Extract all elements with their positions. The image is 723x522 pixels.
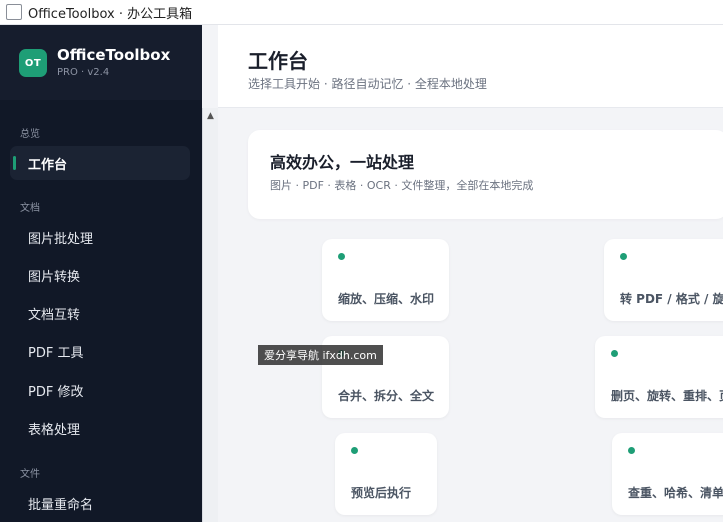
sidebar-item-pdf-tools[interactable]: PDF 工具 xyxy=(10,334,190,368)
tool-card-pdf-edit[interactable]: 删页、旋转、重排、页 xyxy=(595,336,723,418)
scroll-up-icon[interactable]: ▲ xyxy=(205,110,216,121)
tool-card-desc: 删页、旋转、重排、页 xyxy=(611,389,723,403)
sidebar-item-label: 图片批处理 xyxy=(28,231,94,247)
hero-card: 高效办公，一站处理 图片 · PDF · 表格 · OCR · 文件整理，全部在… xyxy=(248,130,723,219)
tool-card-preview[interactable]: 预览后执行 xyxy=(335,433,437,515)
hero-subtitle: 图片 · PDF · 表格 · OCR · 文件整理，全部在本地完成 xyxy=(270,179,534,192)
status-dot-icon xyxy=(611,350,618,357)
sidebar-item-label: 工作台 xyxy=(28,157,68,173)
window-title: OfficeToolbox · 办公工具箱 xyxy=(28,6,193,22)
sidebar-item-workbench[interactable]: 工作台 xyxy=(10,146,190,180)
brand-block: OT OfficeToolbox PRO · v2.4 xyxy=(0,25,202,100)
tool-card-dedupe[interactable]: 查重、哈希、清单 xyxy=(612,433,723,515)
page-subtitle: 选择工具开始 · 路径自动记忆 · 全程本地处理 xyxy=(248,77,487,91)
hero-title: 高效办公，一站处理 xyxy=(270,153,415,172)
tool-card-desc: 合并、拆分、全文 xyxy=(338,389,435,403)
status-dot-icon xyxy=(620,253,627,260)
status-dot-icon xyxy=(351,447,358,454)
section-overview: 总览 xyxy=(20,129,40,140)
tool-card-image-convert[interactable]: 转 PDF / 格式 / 旋转 xyxy=(604,239,723,321)
title-bar: OfficeToolbox · 办公工具箱 xyxy=(0,0,723,25)
brand-version: PRO · v2.4 xyxy=(57,67,110,78)
sidebar: OT OfficeToolbox PRO · v2.4 总览 工作台 文档 图片… xyxy=(0,25,202,522)
sidebar-item-image-batch[interactable]: 图片批处理 xyxy=(10,220,190,254)
page-title: 工作台 xyxy=(248,49,308,73)
tool-card-desc: 转 PDF / 格式 / 旋转 xyxy=(620,292,723,306)
sidebar-item-label: 批量重命名 xyxy=(28,497,94,513)
brand-name: OfficeToolbox xyxy=(57,46,171,64)
status-dot-icon xyxy=(338,253,345,260)
app-icon xyxy=(6,4,22,20)
sidebar-item-label: 图片转换 xyxy=(28,269,81,285)
sidebar-item-doc-convert[interactable]: 文档互转 xyxy=(10,296,190,330)
status-dot-icon xyxy=(628,447,635,454)
sidebar-scrollbar[interactable]: ▲ xyxy=(202,108,218,522)
tool-card-desc: 查重、哈希、清单 xyxy=(628,486,723,500)
logo-icon: OT xyxy=(19,49,47,77)
sidebar-item-image-convert[interactable]: 图片转换 xyxy=(10,258,190,292)
section-documents: 文档 xyxy=(20,203,40,214)
sidebar-item-label: 文档互转 xyxy=(28,307,81,323)
sidebar-item-batch-rename[interactable]: 批量重命名 xyxy=(10,486,190,520)
sidebar-item-label: 表格处理 xyxy=(28,422,81,438)
sidebar-item-label: PDF 工具 xyxy=(28,345,84,361)
page-header: 工作台 选择工具开始 · 路径自动记忆 · 全程本地处理 xyxy=(218,25,723,108)
section-files: 文件 xyxy=(20,469,40,480)
sidebar-item-spreadsheet[interactable]: 表格处理 xyxy=(10,411,190,445)
sidebar-item-pdf-edit[interactable]: PDF 修改 xyxy=(10,373,190,407)
tool-card-desc: 缩放、压缩、水印 xyxy=(338,292,435,306)
tool-card-image-batch[interactable]: 缩放、压缩、水印 xyxy=(322,239,449,321)
tool-card-desc: 预览后执行 xyxy=(351,486,412,500)
sidebar-item-label: PDF 修改 xyxy=(28,384,84,400)
watermark: 爱分享导航 ifxdh.com xyxy=(258,345,383,365)
